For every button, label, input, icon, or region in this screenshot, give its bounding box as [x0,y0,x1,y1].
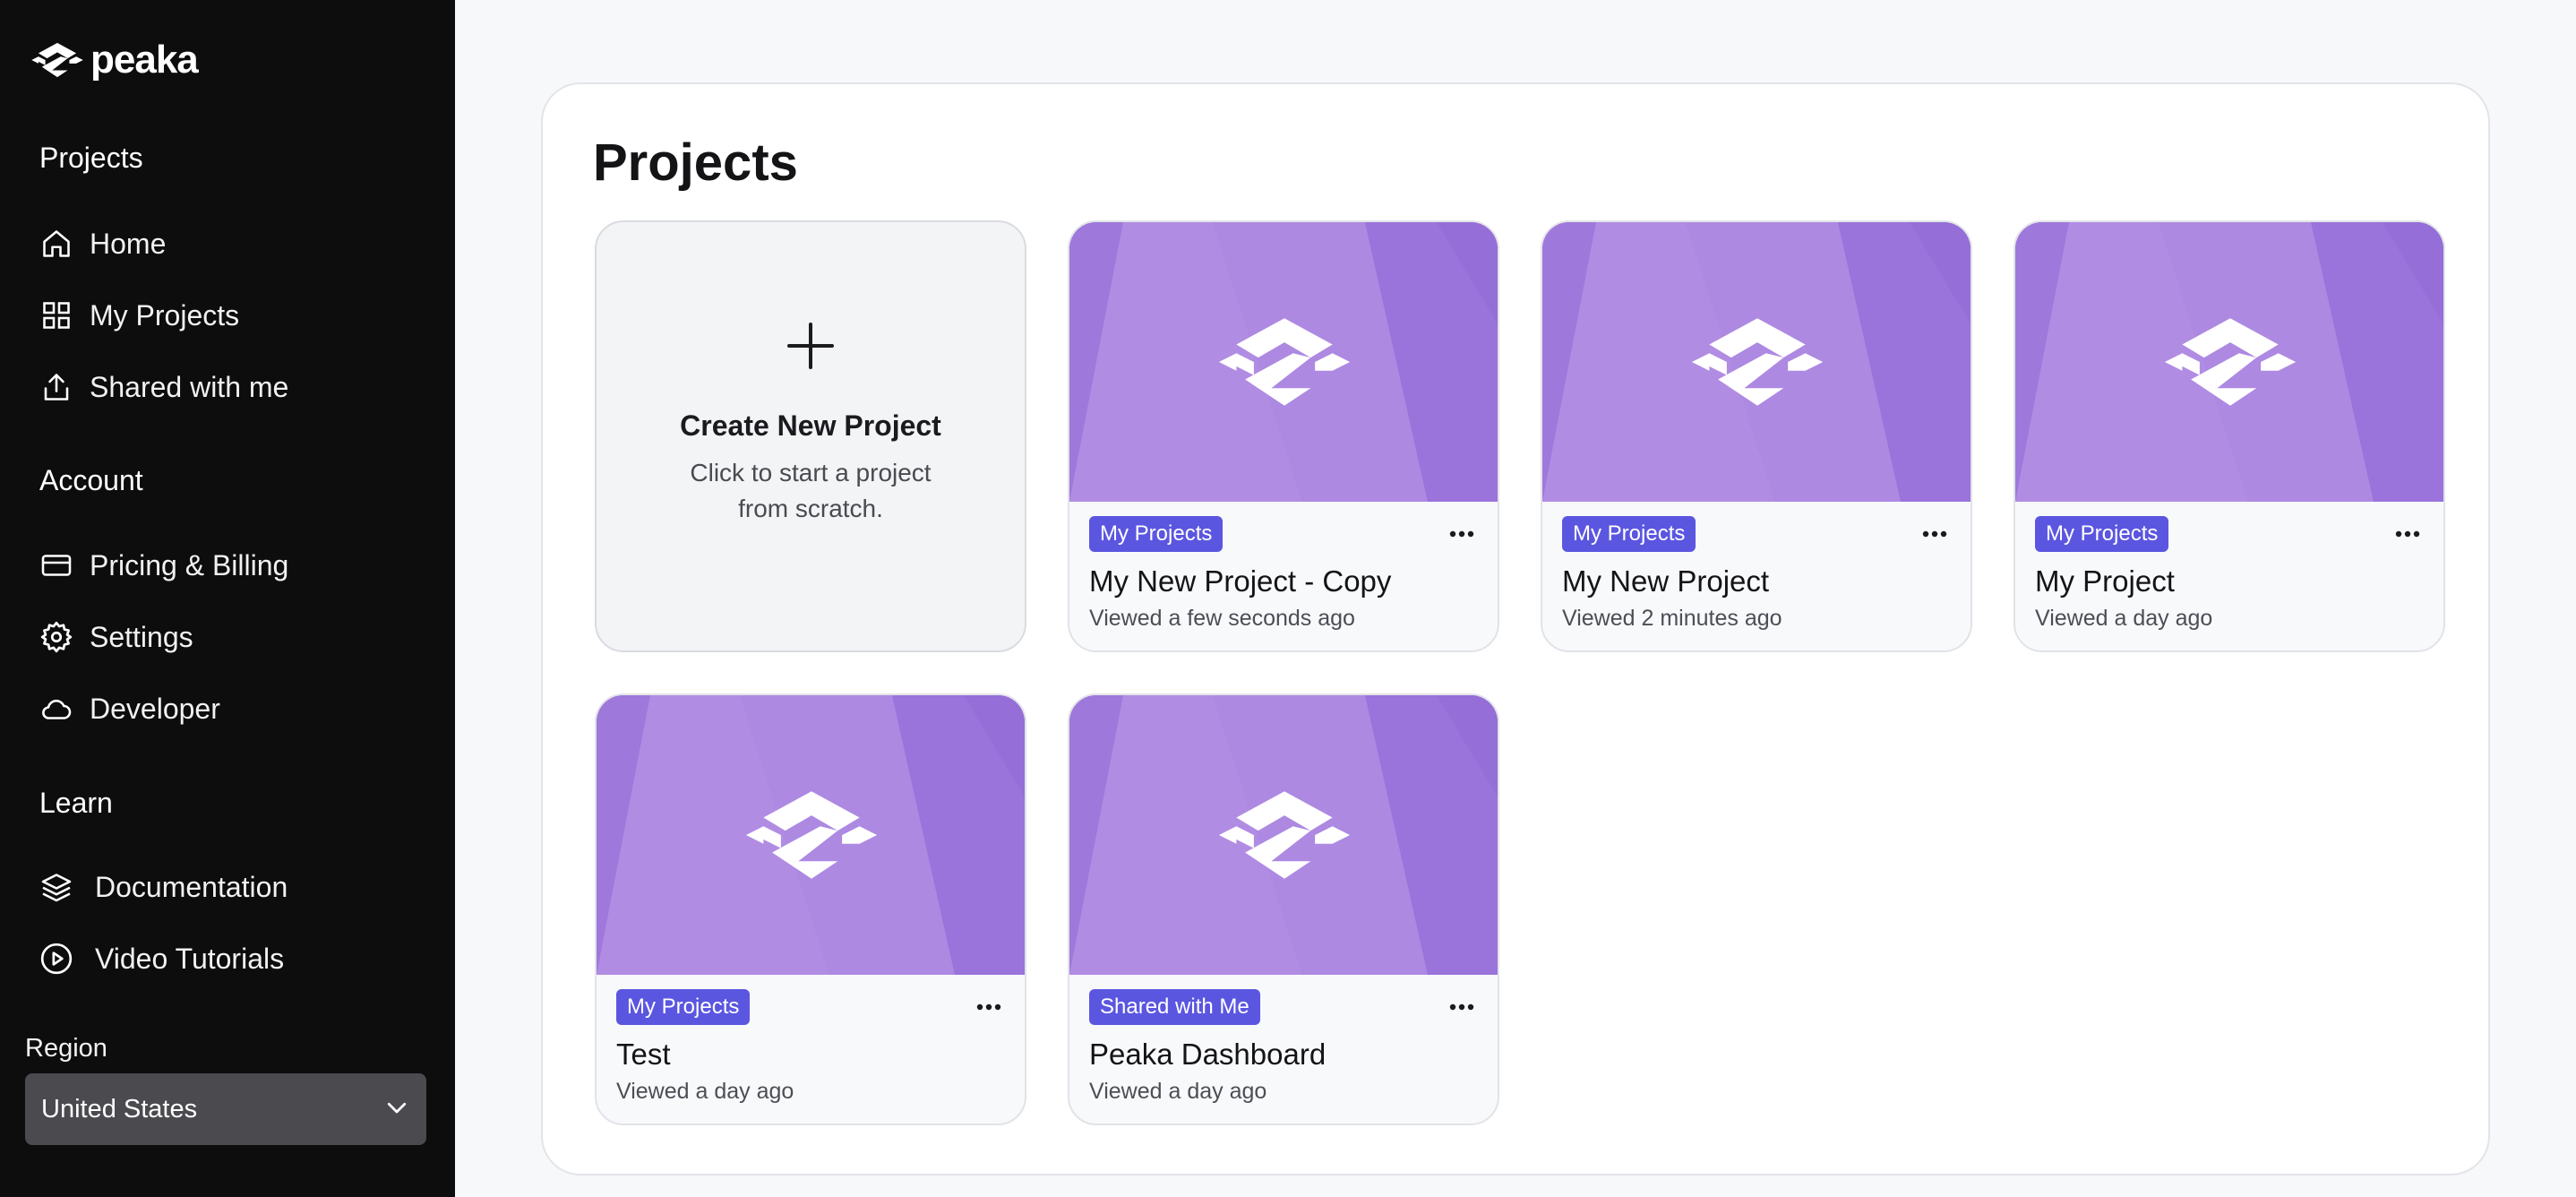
project-viewed-time: Viewed a day ago [616,1079,794,1104]
sidebar-item-video-tutorials[interactable]: Video Tutorials [39,934,284,984]
plus-icon [784,319,837,377]
project-card-footer: Shared with Me Peaka Dashboard Viewed a … [1069,975,1498,1124]
project-card-footer: My Projects Test Viewed a day ago [597,975,1025,1124]
project-name: My New Project - Copy [1089,564,1392,598]
sidebar-item-label: Video Tutorials [95,942,285,975]
project-thumbnail [597,695,1025,975]
project-thumbnail [1069,222,1498,502]
peaka-logo-icon [1218,791,1351,879]
create-project-title: Create New Project [680,409,941,442]
projects-panel: Projects Create New Project Click to sta… [541,82,2490,1175]
project-card[interactable]: Shared with Me Peaka Dashboard Viewed a … [1068,693,1499,1125]
sidebar-item-my-projects[interactable]: My Projects [39,290,239,340]
peaka-logo[interactable]: peaka [30,38,199,82]
project-name: Peaka Dashboard [1089,1038,1327,1071]
project-name: My New Project [1562,564,1770,598]
sidebar-item-label: My Projects [90,298,240,332]
project-name: Test [616,1038,671,1071]
peaka-logo-icon [1218,318,1351,406]
cloud-icon [39,692,73,726]
peaka-logo-icon [30,39,85,81]
section-title-learn: Learn [39,787,113,819]
sidebar-item-label: Pricing & Billing [90,548,289,581]
section-title-projects: Projects [39,142,143,174]
project-category-badge: My Projects [616,989,751,1025]
play-circle-icon [39,942,73,976]
home-icon [39,227,73,261]
sidebar-item-pricing-billing[interactable]: Pricing & Billing [39,540,288,590]
sidebar-item-shared-with-me[interactable]: Shared with me [39,362,288,412]
share-icon [39,370,73,404]
sidebar-item-label: Settings [90,620,193,653]
region-label: Region [25,1034,107,1063]
sidebar-item-label: Documentation [95,870,288,903]
chevron-down-icon [383,1094,410,1125]
project-category-badge: Shared with Me [1089,989,1260,1025]
more-options-icon[interactable] [1444,518,1480,550]
more-options-icon[interactable] [971,991,1007,1023]
peaka-logo-icon [1691,318,1824,406]
project-card[interactable]: My Projects Test Viewed a day ago [595,693,1026,1125]
project-card[interactable]: My Projects My Project Viewed a day ago [2014,220,2445,652]
gear-icon [39,620,73,654]
brand-name: peaka [90,38,199,82]
more-options-icon[interactable] [1444,991,1480,1023]
peaka-logo-icon [2164,318,2297,406]
project-thumbnail [1542,222,1971,502]
credit-card-icon [39,548,73,582]
layers-icon [39,870,73,904]
project-card-footer: My Projects My New Project Viewed 2 minu… [1542,502,1971,650]
project-viewed-time: Viewed a few seconds ago [1089,606,1355,631]
project-viewed-time: Viewed 2 minutes ago [1562,606,1782,631]
project-thumbnail [1069,695,1498,975]
grid-icon [39,298,73,332]
project-category-badge: My Projects [1089,516,1224,552]
create-project-card[interactable]: Create New Project Click to start a proj… [595,220,1026,652]
project-category-badge: My Projects [2035,516,2169,552]
sidebar-item-label: Developer [90,692,220,725]
region-select[interactable]: United States [25,1073,426,1145]
sidebar-item-settings[interactable]: Settings [39,612,193,662]
project-category-badge: My Projects [1562,516,1696,552]
project-viewed-time: Viewed a day ago [1089,1079,1267,1104]
sidebar-item-label: Home [90,227,167,260]
project-card[interactable]: My Projects My New Project Viewed 2 minu… [1541,220,1972,652]
sidebar: peaka Projects Home My Projects Shared w… [0,0,455,1197]
sidebar-item-documentation[interactable]: Documentation [39,862,288,912]
project-card-footer: My Projects My Project Viewed a day ago [2015,502,2443,650]
project-thumbnail [2015,222,2443,502]
sidebar-item-label: Shared with me [90,370,289,403]
region-select-value: United States [41,1094,198,1124]
project-card-footer: My Projects My New Project - Copy Viewed… [1069,502,1498,650]
more-options-icon[interactable] [2390,518,2426,550]
project-viewed-time: Viewed a day ago [2035,606,2213,631]
section-title-account: Account [39,464,143,496]
sidebar-item-developer[interactable]: Developer [39,684,220,734]
more-options-icon[interactable] [1917,518,1953,550]
peaka-logo-icon [745,791,878,879]
sidebar-item-home[interactable]: Home [39,219,166,269]
page-title: Projects [593,133,798,192]
create-project-description: Click to start a project from scratch. [690,459,932,522]
project-card[interactable]: My Projects My New Project - Copy Viewed… [1068,220,1499,652]
project-name: My Project [2035,564,2175,598]
